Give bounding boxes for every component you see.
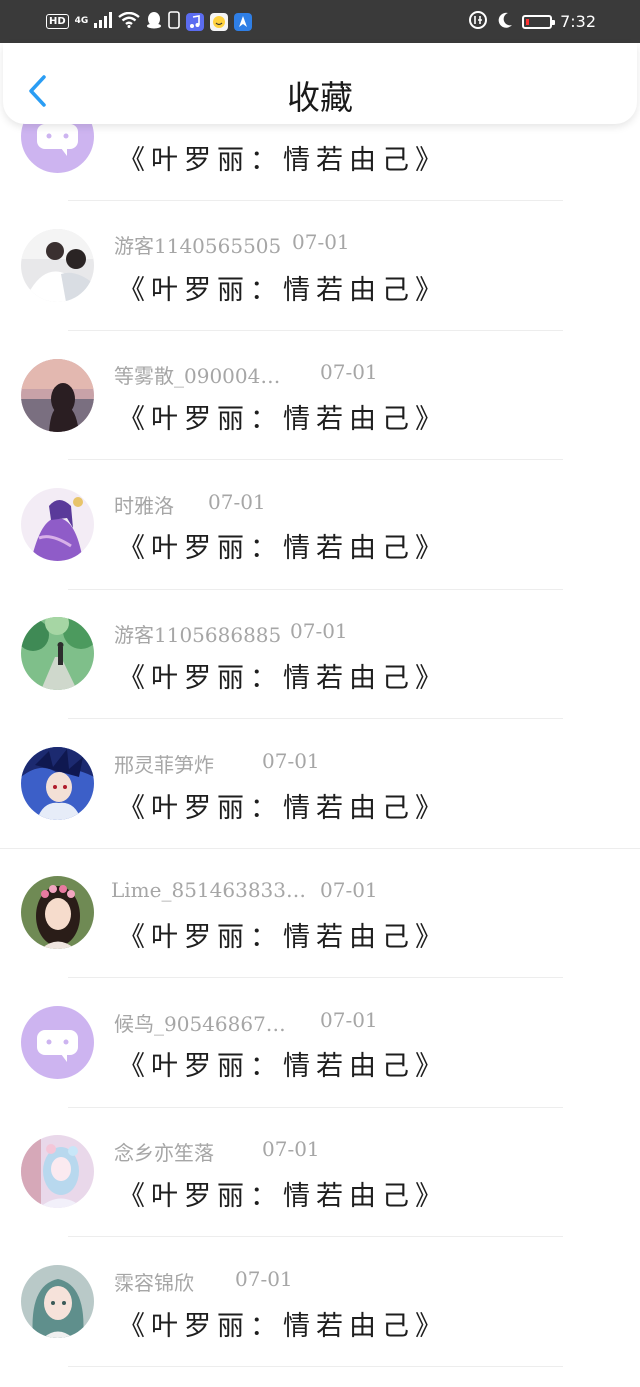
- username[interactable]: 游客1140565505: [114, 234, 281, 258]
- post-date: 07-01: [262, 749, 320, 773]
- favorite-title[interactable]: 《叶罗丽：情若由己》: [118, 526, 448, 565]
- woman-flower-crown-avatar: [21, 876, 94, 949]
- username[interactable]: 候鸟_90546867…: [114, 1012, 286, 1036]
- list-item[interactable]: 候鸟_90546867… 07-01 《叶罗丽：情若由己》: [0, 978, 640, 1108]
- favorite-title[interactable]: 《叶罗丽：情若由己》: [118, 1304, 448, 1343]
- username[interactable]: 游客1105686885: [114, 623, 281, 647]
- post-meta: 邢灵菲笋炸 07-01: [114, 749, 320, 778]
- post-meta: 等雾散_090004… 07-01: [114, 360, 378, 389]
- post-date: 07-01: [235, 1267, 293, 1291]
- post-meta: 时雅洛 07-01: [114, 490, 266, 519]
- anime-purple-girl-avatar: [21, 488, 94, 561]
- status-right: 7:32: [468, 10, 596, 34]
- post-date: 07-01: [320, 1008, 378, 1032]
- post-date: 07-01: [320, 878, 378, 902]
- navigation-app-icon: [234, 12, 253, 31]
- hd-indicator: HD: [46, 14, 69, 29]
- favorite-title[interactable]: 《叶罗丽：情若由己》: [118, 915, 448, 954]
- anime-pastel-girl-avatar: [21, 1135, 94, 1208]
- signal-icon: [94, 11, 113, 32]
- post-date: 07-01: [262, 1137, 320, 1161]
- favorite-title[interactable]: 《叶罗丽：情若由己》: [118, 138, 448, 177]
- post-meta: Lime_851463833… 07-01: [111, 878, 378, 902]
- post-meta: 游客1140565505 07-01: [114, 230, 350, 259]
- post-date: 07-01: [320, 360, 378, 384]
- post-meta: 念乡亦笙落 07-01: [114, 1137, 320, 1166]
- list-item[interactable]: 等雾散_090004… 07-01 《叶罗丽：情若由己》: [0, 330, 640, 460]
- list-item[interactable]: Lime_851463833… 07-01 《叶罗丽：情若由己》: [0, 848, 640, 978]
- list-item[interactable]: 邢灵菲笋炸 07-01 《叶罗丽：情若由己》: [0, 719, 640, 849]
- username[interactable]: 霂容锦欣: [114, 1271, 194, 1295]
- smile-app-icon: [210, 12, 229, 31]
- network-type: 4G: [74, 16, 89, 26]
- status-bar: HD 4G 7:32: [0, 0, 640, 43]
- data-saver-icon: [468, 10, 488, 34]
- moon-icon: [496, 11, 514, 33]
- wifi-icon: [118, 11, 141, 32]
- battery-icon: [522, 14, 556, 29]
- favorite-title[interactable]: 《叶罗丽：情若由己》: [118, 397, 448, 436]
- list-item[interactable]: 游客1140565505 07-01 《叶罗丽：情若由己》: [0, 201, 640, 331]
- default-chat-avatar: [21, 1006, 94, 1079]
- post-date: 07-01: [290, 619, 348, 643]
- status-left: HD 4G: [46, 10, 253, 33]
- couple-photo-avatar: [21, 229, 94, 302]
- phone-icon: [168, 10, 181, 33]
- header: 收藏: [3, 43, 637, 124]
- favorite-title[interactable]: 《叶罗丽：情若由己》: [118, 268, 448, 307]
- username[interactable]: 时雅洛: [114, 494, 174, 518]
- anime-blue-ninja-avatar: [21, 747, 94, 820]
- page-title: 收藏: [287, 78, 353, 117]
- post-meta: 霂容锦欣 07-01: [114, 1267, 293, 1296]
- username[interactable]: 等雾散_090004…: [114, 364, 280, 388]
- list-item[interactable]: 游客1105686885 07-01 《叶罗丽：情若由己》: [0, 589, 640, 719]
- favorite-title[interactable]: 《叶罗丽：情若由己》: [118, 1044, 448, 1083]
- divider: [68, 1366, 563, 1367]
- music-app-icon: [186, 12, 205, 31]
- clock: 7:32: [560, 12, 596, 31]
- anime-teal-hair-avatar: [21, 1265, 94, 1338]
- post-date: 07-01: [292, 230, 350, 254]
- username[interactable]: 念乡亦笙落: [114, 1141, 214, 1165]
- post-date: 07-01: [208, 490, 266, 514]
- favorite-title[interactable]: 《叶罗丽：情若由己》: [118, 1174, 448, 1213]
- favorite-title[interactable]: 《叶罗丽：情若由己》: [118, 656, 448, 695]
- post-meta: 候鸟_90546867… 07-01: [114, 1008, 378, 1037]
- list-item[interactable]: 念乡亦笙落 07-01 《叶罗丽：情若由己》: [0, 1107, 640, 1237]
- sunset-girl-avatar: [21, 359, 94, 432]
- qq-penguin-icon: [146, 11, 162, 33]
- username[interactable]: Lime_851463833…: [111, 878, 306, 902]
- list-item[interactable]: 霂容锦欣 07-01 《叶罗丽：情若由己》: [0, 1237, 640, 1367]
- favorite-title[interactable]: 《叶罗丽：情若由己》: [118, 786, 448, 825]
- forest-path-avatar: [21, 617, 94, 690]
- list-item[interactable]: 时雅洛 07-01 《叶罗丽：情若由己》: [0, 460, 640, 590]
- post-meta: 游客1105686885 07-01: [114, 619, 348, 648]
- username[interactable]: 邢灵菲笋炸: [114, 753, 214, 777]
